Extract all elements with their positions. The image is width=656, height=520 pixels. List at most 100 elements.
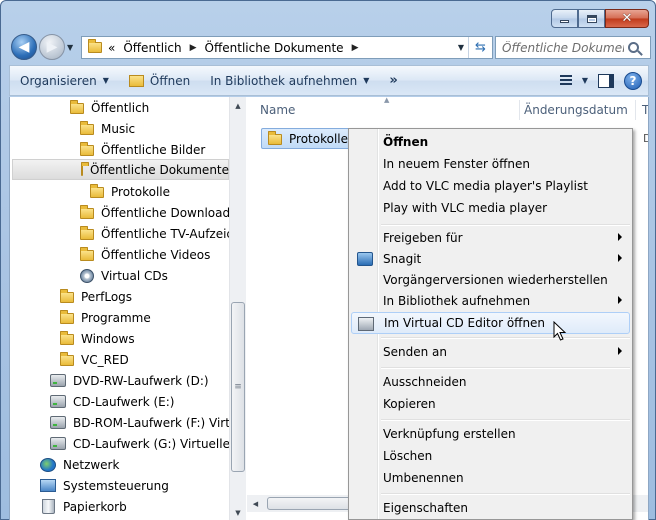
back-button[interactable]: ◀	[11, 34, 37, 60]
breadcrumb-item[interactable]: Öffentlich	[123, 41, 181, 55]
menu-item-label: Vorgängerversionen wiederherstellen	[383, 273, 608, 287]
search-icon[interactable]	[628, 42, 639, 53]
menu-separator	[381, 493, 630, 495]
breadcrumb-overflow[interactable]: «	[108, 41, 115, 55]
column-divider[interactable]	[635, 100, 636, 120]
tree-item-oeffentliche-tv-aufzeichnungen[interactable]: Öffentliche TV-Aufzeichnungen	[80, 223, 229, 244]
maximize-button[interactable]	[578, 9, 605, 28]
menu-item-properties[interactable]: Eigenschaften	[351, 497, 630, 519]
tree-item-programme[interactable]: Programme	[60, 307, 229, 328]
open-button[interactable]: Öffnen	[119, 66, 200, 95]
change-view-icon[interactable]	[559, 74, 572, 87]
tree-item-label: Öffentliche Downloads	[101, 205, 229, 220]
menu-item-create-shortcut[interactable]: Verknüpfung erstellen	[351, 423, 630, 445]
tree-item-cd-drive-g[interactable]: CD-Laufwerk (G:) Virtuelles Bl	[50, 433, 229, 454]
tree-item-oeffentliche-downloads[interactable]: Öffentliche Downloads	[80, 202, 229, 223]
minimize-button[interactable]	[551, 9, 578, 28]
submenu-arrow-icon	[618, 347, 622, 355]
virtual-cd-editor-icon	[358, 317, 374, 331]
add-to-library-button[interactable]: In Bibliothek aufnehmen ▼	[200, 66, 379, 95]
tree-item-bd-rom-drive-f[interactable]: BD-ROM-Laufwerk (F:) Virtue	[50, 412, 229, 433]
submenu-arrow-icon	[618, 254, 622, 262]
optical-drive-icon	[50, 395, 66, 408]
menu-item-copy[interactable]: Kopieren	[351, 393, 630, 415]
breadcrumb-chevron-icon[interactable]: ▶	[352, 43, 359, 53]
toolbar-right: ▼ ?	[559, 66, 642, 95]
breadcrumb-item[interactable]: Öffentliche Dokumente	[205, 41, 344, 55]
tree-item-dvd-rw-drive[interactable]: DVD-RW-Laufwerk (D:)	[50, 370, 229, 391]
tree-item-netzwerk[interactable]: Netzwerk	[40, 454, 229, 475]
maximize-icon	[586, 14, 597, 23]
tree-item-oeffentliche-videos[interactable]: Öffentliche Videos	[80, 244, 229, 265]
tree-item-oeffentliche-bilder[interactable]: Öffentliche Bilder	[80, 139, 229, 160]
tree-item-label: Virtual CDs	[101, 268, 168, 283]
forward-button[interactable]: ▶	[39, 34, 65, 60]
address-dropdown-icon[interactable]: ▼	[458, 43, 464, 52]
column-header-type[interactable]: Ty	[642, 97, 648, 122]
menu-item-label: Verknüpfung erstellen	[383, 427, 516, 441]
tree-item-label: PerfLogs	[81, 289, 133, 304]
tree-item-music[interactable]: Music	[80, 118, 229, 139]
more-commands-button[interactable]: »	[379, 66, 407, 95]
tree-item-vc-red[interactable]: VC_RED	[60, 349, 229, 370]
preview-pane-icon[interactable]	[598, 73, 614, 88]
menu-item-label: Play with VLC media player	[383, 201, 548, 215]
menu-item-delete[interactable]: Löschen	[351, 445, 630, 467]
scroll-left-icon[interactable]: ◀	[247, 495, 264, 512]
tree-item-label: Netzwerk	[63, 457, 120, 472]
recycle-bin-icon	[42, 499, 55, 514]
folder-icon	[268, 130, 282, 145]
menu-item-label: Freigeben für	[383, 231, 463, 245]
close-button[interactable]: ✕	[605, 9, 649, 28]
menu-item-label: Ausschneiden	[383, 375, 467, 389]
menu-item-rename[interactable]: Umbenennen	[351, 467, 630, 489]
tree-vertical-scrollbar[interactable]: ▲ ≡ ▼	[229, 97, 246, 520]
refresh-button[interactable]: ⇆	[468, 37, 492, 58]
tree-item-virtual-cds[interactable]: Virtual CDs	[80, 265, 229, 286]
tree-item-label: Öffentliche Dokumente	[90, 162, 229, 177]
tree-item-cd-drive-e[interactable]: CD-Laufwerk (E:)	[50, 391, 229, 412]
menu-item-cut[interactable]: Ausschneiden	[351, 371, 630, 393]
menu-separator	[381, 337, 630, 339]
scroll-down-icon[interactable]: ▼	[230, 504, 246, 520]
minimize-icon	[560, 20, 569, 23]
tree-item-label: Systemsteuerung	[63, 478, 169, 493]
recent-pages-dropdown[interactable]: ▼	[67, 43, 73, 52]
menu-item-open-virtual-cd-editor[interactable]: Im Virtual CD Editor öffnen	[351, 312, 630, 334]
tree-item-oeffentliche-dokumente[interactable]: Öffentliche Dokumente	[12, 159, 229, 180]
menu-item-add-to-library[interactable]: In Bibliothek aufnehmen	[351, 290, 630, 312]
menu-item-share-with[interactable]: Freigeben für	[351, 227, 630, 249]
scrollbar-thumb[interactable]: ≡	[231, 302, 245, 472]
file-name: Protokolle	[289, 131, 348, 146]
organize-button[interactable]: Organisieren ▼	[10, 66, 119, 95]
close-icon: ✕	[621, 11, 633, 26]
breadcrumb-chevron-icon[interactable]: ▶	[190, 43, 197, 53]
tree-item-windows[interactable]: Windows	[60, 328, 229, 349]
tree-item-label: Öffentliche Videos	[101, 247, 211, 262]
search-box[interactable]: Öffentliche Dokumen...	[495, 36, 651, 59]
menu-item-add-vlc-playlist[interactable]: Add to VLC media player's Playlist	[351, 175, 630, 197]
column-header-date[interactable]: Änderungsdatum	[524, 97, 628, 122]
tree-item-oeffentlich[interactable]: Öffentlich	[70, 97, 229, 118]
column-divider[interactable]	[519, 100, 520, 120]
view-options-dropdown[interactable]: ▼	[582, 66, 588, 95]
help-icon[interactable]: ?	[624, 71, 642, 90]
menu-item-restore-previous-versions[interactable]: Vorgängerversionen wiederherstellen	[351, 269, 630, 291]
network-icon	[40, 457, 56, 472]
menu-item-play-vlc[interactable]: Play with VLC media player	[351, 197, 630, 219]
search-input[interactable]: Öffentliche Dokumen...	[496, 41, 624, 55]
tree-item-papierkorb[interactable]: Papierkorb	[40, 496, 229, 517]
scroll-up-icon[interactable]: ▲	[230, 97, 246, 114]
column-header-name[interactable]: Name	[260, 97, 295, 122]
tree-item-systemsteuerung[interactable]: Systemsteuerung	[40, 475, 229, 496]
menu-item-send-to[interactable]: Senden an	[351, 341, 630, 363]
menu-item-open[interactable]: Öffnen	[351, 131, 630, 153]
optical-drive-icon	[50, 374, 66, 387]
tree-item-protokolle[interactable]: Protokolle	[90, 181, 229, 202]
menu-item-snagit[interactable]: Snagit	[351, 248, 630, 270]
snagit-icon	[357, 252, 373, 266]
folder-icon	[80, 246, 94, 261]
address-bar[interactable]: « Öffentlich ▶ Öffentliche Dokumente ▶ ▼…	[81, 36, 493, 59]
menu-item-open-new-window[interactable]: In neuem Fenster öffnen	[351, 153, 630, 175]
tree-item-perflogs[interactable]: PerfLogs	[60, 286, 229, 307]
